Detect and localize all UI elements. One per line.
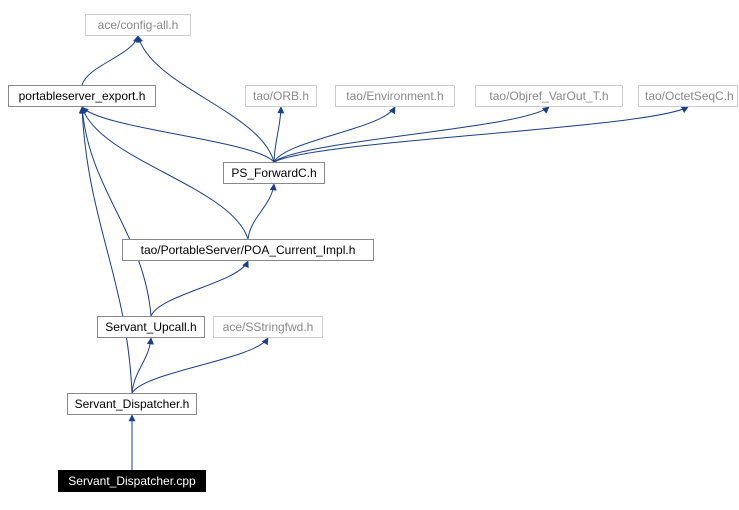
node-label: ace/config-all.h <box>98 18 179 32</box>
edge-servant_upcall_h-to-poa_current_impl_h <box>151 261 248 316</box>
graph-node-tao_environment_h[interactable]: tao/Environment.h <box>335 85 455 107</box>
node-label: tao/Environment.h <box>346 89 443 103</box>
node-label: tao/OctetSeqC.h <box>645 89 734 103</box>
node-label: portableserver_export.h <box>19 89 146 103</box>
graph-node-servant_dispatcher_h[interactable]: Servant_Dispatcher.h <box>67 393 197 415</box>
edge-portableserver_export_h-to-ace_config_all_h <box>82 36 138 85</box>
node-label: PS_ForwardC.h <box>231 166 316 180</box>
graph-node-tao_objref_varout_t_h[interactable]: tao/Objref_VarOut_T.h <box>475 85 623 107</box>
node-label: Servant_Dispatcher.h <box>75 397 190 411</box>
node-label: Servant_Dispatcher.cpp <box>68 474 195 488</box>
edge-ps_forwardc_h-to-tao_environment_h <box>274 107 395 162</box>
graph-node-servant_dispatcher_cpp[interactable]: Servant_Dispatcher.cpp <box>58 470 206 492</box>
edge-ps_forwardc_h-to-tao_orb_h <box>274 107 281 162</box>
graph-node-tao_orb_h[interactable]: tao/ORB.h <box>245 85 317 107</box>
node-label: Servant_Upcall.h <box>105 320 196 334</box>
edge-servant_dispatcher_h-to-ace_sstringfwd_h <box>132 338 268 393</box>
edge-ps_forwardc_h-to-portableserver_export_h <box>82 107 274 162</box>
graph-node-tao_octetseqc_h[interactable]: tao/OctetSeqC.h <box>638 85 738 107</box>
edge-servant_upcall_h-to-portableserver_export_h <box>82 107 151 316</box>
node-label: tao/ORB.h <box>253 89 309 103</box>
edge-servant_dispatcher_h-to-servant_upcall_h <box>132 338 151 393</box>
graph-node-portableserver_export_h[interactable]: portableserver_export.h <box>8 85 156 107</box>
edge-ps_forwardc_h-to-tao_objref_varout_t_h <box>274 107 549 162</box>
edge-poa_current_impl_h-to-ps_forwardc_h <box>248 184 274 239</box>
graph-node-ps_forwardc_h[interactable]: PS_ForwardC.h <box>223 162 325 184</box>
graph-node-poa_current_impl_h[interactable]: tao/PortableServer/POA_Current_Impl.h <box>122 239 374 261</box>
node-label: ace/SStringfwd.h <box>223 320 314 334</box>
edge-ps_forwardc_h-to-tao_octetseqc_h <box>274 107 688 162</box>
graph-node-ace_sstringfwd_h[interactable]: ace/SStringfwd.h <box>213 316 323 338</box>
node-label: tao/Objref_VarOut_T.h <box>489 89 608 103</box>
node-label: tao/PortableServer/POA_Current_Impl.h <box>141 243 356 257</box>
dependency-graph: Servant_Dispatcher.cpp Servant_Dispatcher… <box>0 0 739 510</box>
graph-node-servant_upcall_h[interactable]: Servant_Upcall.h <box>97 316 205 338</box>
graph-node-ace_config_all_h[interactable]: ace/config-all.h <box>85 14 191 36</box>
